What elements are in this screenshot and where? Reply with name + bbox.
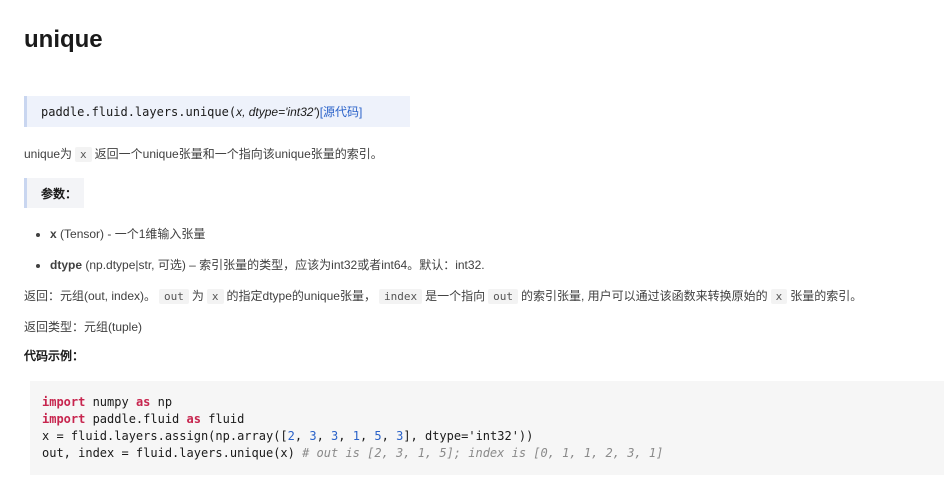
description-text: unique为 (24, 147, 73, 161)
example-label: 代码示例： (24, 349, 85, 363)
code-line: out, index = fluid.layers.unique(x) # ou… (42, 446, 664, 460)
returns: 返回：元组(out, index)。 out 为 x 的指定dtype的unique张量… (24, 287, 862, 304)
returns-text: 的索引张量, 用户可以通过该函数来转换原始的 (520, 289, 768, 303)
params-label: 参数： (24, 178, 84, 208)
description: unique为 x 返回一个unique张量和一个指向该unique张量的索引。 (24, 145, 383, 162)
inline-code: x (206, 289, 224, 304)
code-line: import paddle.fluid as fluid (42, 412, 245, 426)
returns-text: 的指定dtype的unique张量， (226, 289, 376, 303)
return-type: 返回类型：元组(tuple) (24, 320, 143, 334)
returns-text: 返回：元组(out, index)。 (24, 289, 157, 303)
param-name: x (50, 227, 57, 241)
source-code-link[interactable]: [源代码] (320, 103, 363, 120)
param-desc: (np.dtype|str, 可选) – 索引张量的类型，应该为int32或者i… (82, 258, 485, 272)
returns-text: 是一个指向 (425, 289, 486, 303)
signature-func: paddle.fluid.layers.unique( (41, 104, 237, 119)
returns-text: 为 (191, 289, 204, 303)
signature-args: x, dtype='int32' (236, 104, 316, 119)
inline-code: x (770, 289, 788, 304)
api-signature: paddle.fluid.layers.unique(x, dtype='int… (24, 96, 410, 127)
code-comment: # out is [2, 3, 1, 5]; index is [0, 1, 1… (302, 446, 664, 460)
code-line: import numpy as np (42, 395, 173, 409)
description-text: 返回一个unique张量和一个指向该unique张量的索引。 (94, 147, 383, 161)
params-list: x (Tensor) - 一个1维输入张量 (24, 226, 205, 242)
param-item: dtype (np.dtype|str, 可选) – 索引张量的类型，应该为in… (50, 257, 485, 273)
code-line: x = fluid.layers.assign(np.array([2, 3, … (42, 429, 534, 443)
param-desc: (Tensor) - 一个1维输入张量 (56, 227, 206, 241)
params-list: dtype (np.dtype|str, 可选) – 索引张量的类型，应该为in… (24, 257, 485, 273)
inline-code: index (378, 289, 423, 304)
inline-code: out (488, 289, 518, 304)
param-item: x (Tensor) - 一个1维输入张量 (50, 226, 205, 242)
param-name: dtype (50, 258, 83, 272)
code-example: import numpy as np import paddle.fluid a… (30, 381, 944, 475)
page-title: unique (24, 26, 103, 53)
returns-text: 张量的索引。 (790, 289, 863, 303)
inline-code: out (159, 289, 189, 304)
inline-code: x (75, 147, 92, 162)
